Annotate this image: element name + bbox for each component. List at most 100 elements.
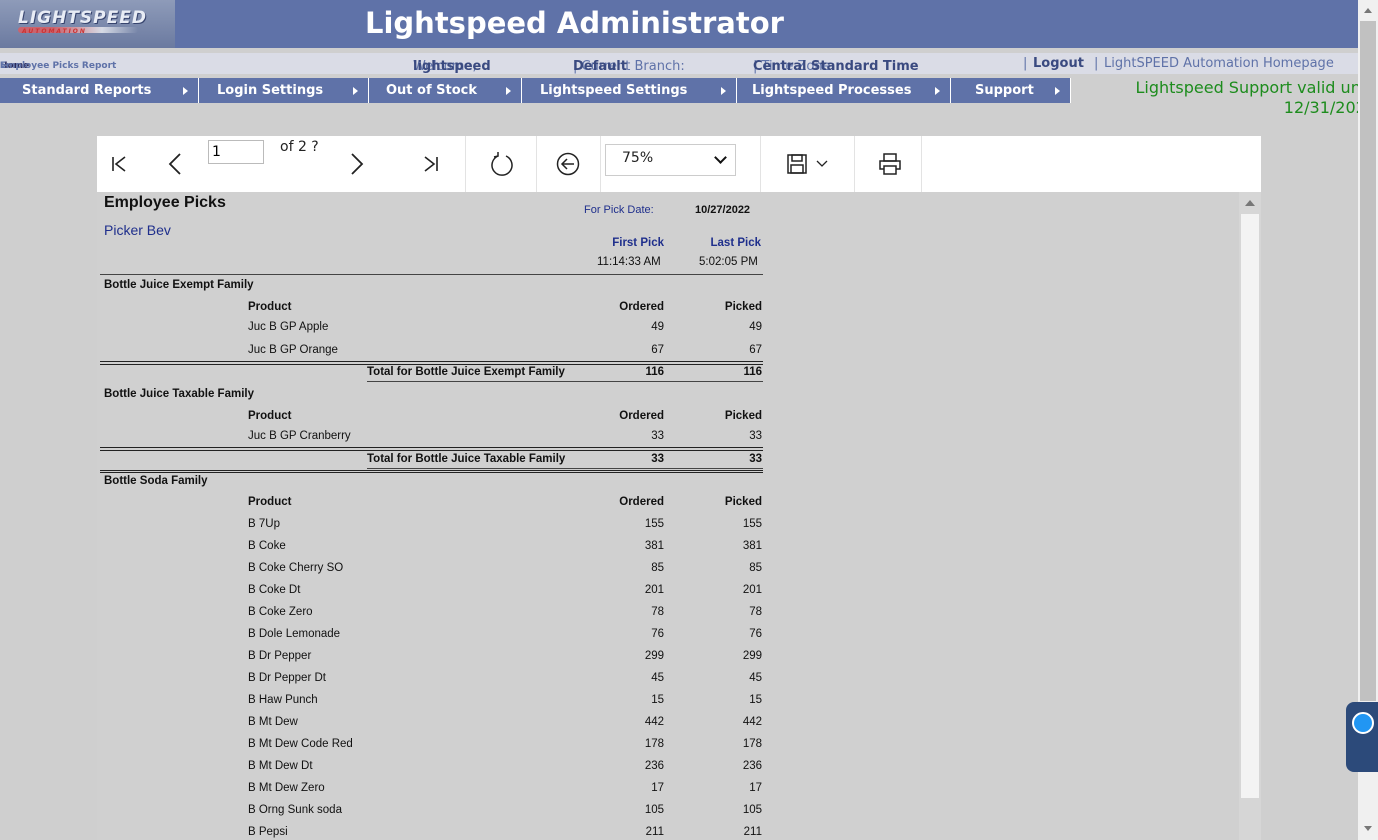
page-count-label: of 2 ? (280, 139, 319, 155)
picked-qty: 178 (742, 738, 762, 750)
timezone-value: Central Standard Time (753, 59, 919, 74)
picked-qty: 78 (749, 606, 762, 618)
product-name: B Mt Dew Dt (248, 760, 313, 772)
submenu-arrow-icon (506, 87, 511, 95)
product-name: B Mt Dew Code Red (248, 738, 353, 750)
picked-qty: 211 (743, 826, 762, 838)
breadcrumb-current: Employee Picks Report (0, 61, 117, 71)
logo-text: LIGHTSPEED (18, 8, 147, 28)
ordered-qty: 49 (651, 321, 664, 333)
product-name: B 7Up (248, 518, 280, 530)
product-name: B Mt Dew (248, 716, 298, 728)
app-title: Lightspeed Administrator (365, 6, 784, 40)
next-page-button[interactable] (335, 136, 379, 192)
homepage-separator: | (1094, 56, 1099, 71)
ordered-qty: 15 (651, 694, 664, 706)
ordered-qty: 155 (644, 518, 664, 530)
report-toolbar: of 2 ? 75% (97, 136, 1261, 192)
family-total-ordered: 116 (645, 366, 664, 378)
ordered-qty: 178 (644, 738, 664, 750)
zoom-select[interactable]: 75% (605, 144, 736, 176)
printer-icon (879, 153, 901, 175)
pick-date-value: 10/27/2022 (695, 204, 751, 216)
chevron-right-icon (351, 153, 364, 175)
refresh-button[interactable] (477, 136, 527, 192)
branch-value: Default (573, 59, 627, 74)
picked-qty: 236 (742, 760, 762, 772)
family-total-label: Total for Bottle Juice Exempt Family (367, 366, 565, 378)
chevron-down-icon (714, 151, 727, 164)
total-rule (100, 447, 763, 451)
first-page-button[interactable] (97, 136, 141, 192)
nav-out-of-stock[interactable]: Out of Stock (369, 78, 522, 103)
back-arrow-circle-icon (556, 152, 580, 176)
picked-qty: 155 (742, 518, 762, 530)
product-name: B Mt Dew Zero (248, 782, 325, 794)
welcome-user: lightspeed (413, 59, 491, 74)
support-validity-notice: Lightspeed Support valid until 12/31/202… (1116, 78, 1376, 118)
product-name: Juc B GP Apple (248, 321, 329, 333)
remote-support-icon[interactable] (1352, 712, 1374, 734)
nav-label: Login Settings (217, 83, 324, 98)
nav-label: Support (975, 83, 1034, 98)
last-pick-value: 5:02:05 PM (699, 256, 758, 268)
nav-label: Out of Stock (386, 83, 478, 98)
ordered-qty: 299 (644, 650, 664, 662)
scroll-up-arrow-icon[interactable] (1364, 8, 1372, 13)
nav-login-settings[interactable]: Login Settings (199, 78, 369, 103)
last-page-icon (424, 156, 438, 172)
ordered-qty: 201 (644, 584, 664, 596)
nav-standard-reports[interactable]: Standard Reports (0, 78, 199, 103)
column-header-product: Product (248, 496, 292, 508)
nav-label: Standard Reports (22, 83, 152, 98)
last-page-button[interactable] (409, 136, 453, 192)
submenu-arrow-icon (183, 87, 188, 95)
scroll-down-arrow-icon[interactable] (1364, 826, 1372, 831)
product-name: Juc B GP Orange (248, 344, 338, 356)
total-underline (367, 468, 763, 469)
logout-link[interactable]: Logout (1033, 56, 1084, 71)
product-name: B Haw Punch (248, 694, 318, 706)
refresh-icon (491, 152, 513, 176)
nav-label: Lightspeed Settings (540, 83, 688, 98)
page-scrollbar-thumb[interactable] (1360, 21, 1376, 701)
family-total-picked: 116 (743, 366, 762, 378)
toolbar-divider (760, 136, 761, 192)
nav-lightspeed-processes[interactable]: Lightspeed Processes (737, 78, 951, 103)
support-notice-line1: Lightspeed Support valid until (1135, 78, 1376, 97)
export-save-button[interactable] (772, 136, 842, 192)
total-rule (100, 361, 763, 365)
column-header-picked: Picked (724, 496, 762, 508)
lightspeed-logo[interactable]: LIGHTSPEED AUTOMATION (0, 0, 175, 48)
picked-qty: 85 (749, 562, 762, 574)
back-button[interactable] (543, 136, 593, 192)
picked-qty: 67 (749, 344, 762, 356)
nav-support[interactable]: Support (951, 78, 1071, 103)
ordered-qty: 76 (651, 628, 664, 640)
scroll-up-arrow-icon[interactable] (1245, 200, 1255, 206)
ordered-qty: 381 (644, 540, 664, 552)
toolbar-divider (921, 136, 922, 192)
previous-page-button[interactable] (153, 136, 197, 192)
product-name: B Dole Lemonade (248, 628, 341, 640)
ordered-qty: 236 (644, 760, 664, 772)
ordered-qty: 442 (644, 716, 664, 728)
report-canvas: Employee Picks Picker Bev For Pick Date:… (97, 192, 1239, 840)
submenu-arrow-icon (1055, 87, 1060, 95)
first-pick-label: First Pick (612, 237, 664, 249)
submenu-arrow-icon (935, 87, 940, 95)
print-button[interactable] (865, 136, 915, 192)
zoom-value: 75% (622, 150, 654, 166)
homepage-link[interactable]: LightSPEED Automation Homepage (1104, 56, 1334, 71)
toolbar-divider (465, 136, 466, 192)
toolbar-divider (600, 136, 601, 192)
product-name: B Pepsi (248, 826, 288, 838)
nav-lightspeed-settings[interactable]: Lightspeed Settings (522, 78, 737, 103)
page-number-input[interactable] (208, 140, 264, 164)
picked-qty: 15 (749, 694, 762, 706)
toolbar-divider (536, 136, 537, 192)
picked-qty: 49 (749, 321, 762, 333)
nav-label: Lightspeed Processes (752, 83, 912, 98)
report-scrollbar-thumb[interactable] (1241, 214, 1259, 798)
ordered-qty: 78 (651, 606, 664, 618)
